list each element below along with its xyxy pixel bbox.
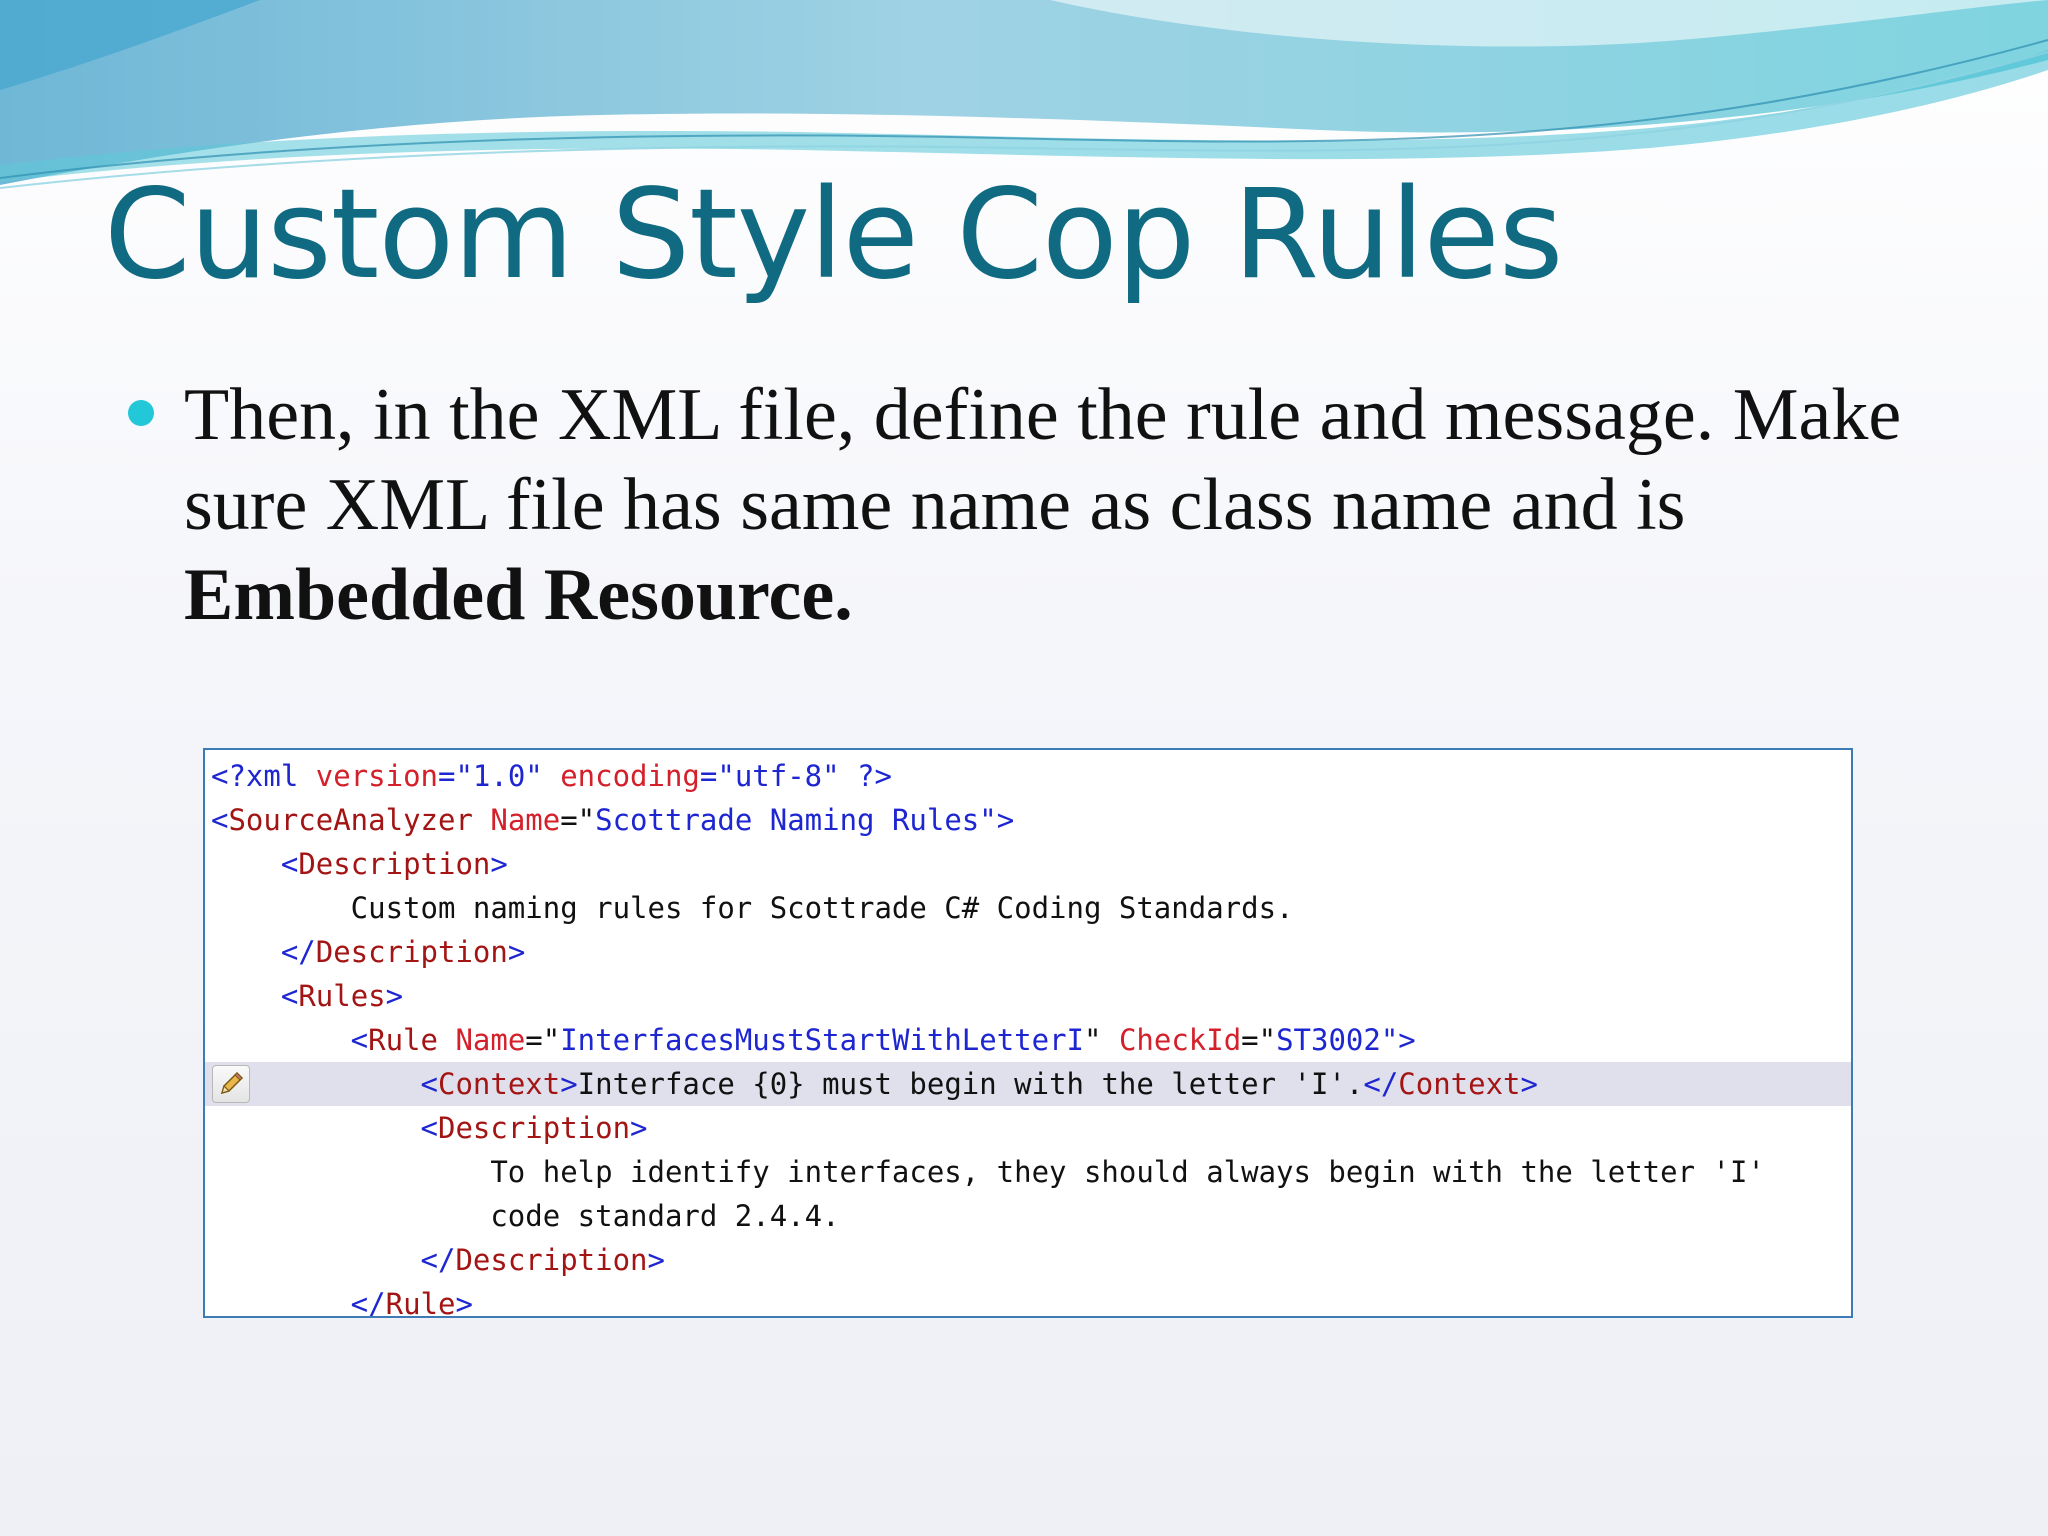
code-token: Context — [1398, 1067, 1521, 1101]
code-line: To help identify interfaces, they should… — [205, 1150, 1851, 1194]
code-token: " — [1084, 1023, 1119, 1057]
code-token: </ — [211, 1243, 456, 1277]
code-token: < — [211, 803, 229, 837]
code-token: utf-8 — [734, 759, 823, 793]
code-token: < — [211, 1111, 438, 1145]
code-line: </Rule> — [205, 1282, 1851, 1318]
code-token: </ — [211, 1287, 386, 1318]
code-line: <?xml version="1.0" encoding="utf-8" ?> — [205, 754, 1851, 798]
code-token: > — [1520, 1067, 1538, 1101]
xml-code-screenshot: <?xml version="1.0" encoding="utf-8" ?> <… — [203, 748, 1853, 1318]
code-token: > — [630, 1111, 648, 1145]
code-line: </Description> — [205, 930, 1851, 974]
code-token: " ?> — [822, 759, 892, 793]
code-token: Description — [298, 847, 491, 881]
code-token: encoding — [560, 759, 700, 793]
code-token: Name — [437, 1023, 526, 1057]
code-token: > — [490, 847, 508, 881]
code-token: Scottrade Naming Rules — [595, 803, 980, 837]
code-token: Context — [437, 1067, 561, 1101]
slide-title: Custom Style Cop Rules — [104, 163, 1563, 307]
code-token: </ — [211, 935, 316, 969]
code-token: Rule — [368, 1023, 438, 1057]
code-token: "> — [1380, 1023, 1416, 1057]
code-token: <?xml — [211, 759, 316, 793]
bullet-text-plain: Then, in the XML file, define the rule a… — [184, 374, 1902, 546]
code-token: < — [211, 847, 299, 881]
code-token: =" — [699, 759, 735, 793]
code-token: Description — [455, 1243, 648, 1277]
code-token: > — [385, 979, 404, 1013]
code-token: "> — [979, 803, 1015, 837]
code-token: </ — [1363, 1067, 1399, 1101]
code-token: " — [525, 759, 561, 793]
code-token: Description — [437, 1111, 631, 1145]
code-token: < — [211, 1023, 369, 1057]
code-token: code standard 2.4.4. — [211, 1199, 840, 1233]
code-token: Custom naming rules for Scottrade C# Cod… — [211, 891, 1294, 925]
bullet-text-bold: Embedded Resource. — [184, 554, 853, 636]
code-token: Interface {0} must begin with the letter… — [577, 1067, 1364, 1101]
code-line: <SourceAnalyzer Name="Scottrade Naming R… — [205, 798, 1851, 842]
code-token: =" — [1241, 1023, 1277, 1057]
code-token: SourceAnalyzer — [228, 803, 473, 837]
code-token: ST3002 — [1276, 1023, 1381, 1057]
code-token: Rules — [298, 979, 386, 1013]
code-token: > — [560, 1067, 578, 1101]
code-token: > — [647, 1243, 665, 1277]
code-line: <Rules> — [205, 974, 1851, 1018]
code-token: =" — [437, 759, 473, 793]
code-token: =" — [560, 803, 596, 837]
code-token: CheckId — [1118, 1023, 1242, 1057]
code-token: > — [507, 935, 526, 969]
code-line-highlighted: <Context>Interface {0} must begin with t… — [205, 1062, 1851, 1106]
code-token: < — [211, 979, 299, 1013]
pencil-edit-icon[interactable] — [212, 1065, 250, 1103]
code-line: code standard 2.4.4. — [205, 1194, 1851, 1238]
bullet-text: Then, in the XML file, define the rule a… — [184, 370, 1984, 640]
code-line: Custom naming rules for Scottrade C# Cod… — [205, 886, 1851, 930]
code-token: InterfacesMustStartWithLetterI — [560, 1023, 1085, 1057]
code-token: 1.0 — [472, 759, 526, 793]
code-line: <Description> — [205, 1106, 1851, 1150]
code-line: <Rule Name="InterfacesMustStartWithLette… — [205, 1018, 1851, 1062]
code-token: To help identify interfaces, they should… — [211, 1155, 1765, 1189]
code-token: Name — [472, 803, 561, 837]
code-line: <Description> — [205, 842, 1851, 886]
code-token: Rule — [385, 1287, 456, 1318]
code-token: > — [455, 1287, 473, 1318]
code-token: Description — [315, 935, 508, 969]
code-token: version — [315, 759, 438, 793]
code-token: =" — [525, 1023, 561, 1057]
code-line: </Description> — [205, 1238, 1851, 1282]
bullet-dot-icon — [128, 400, 154, 426]
slide: Custom Style Cop Rules Then, in the XML … — [0, 0, 2048, 1536]
